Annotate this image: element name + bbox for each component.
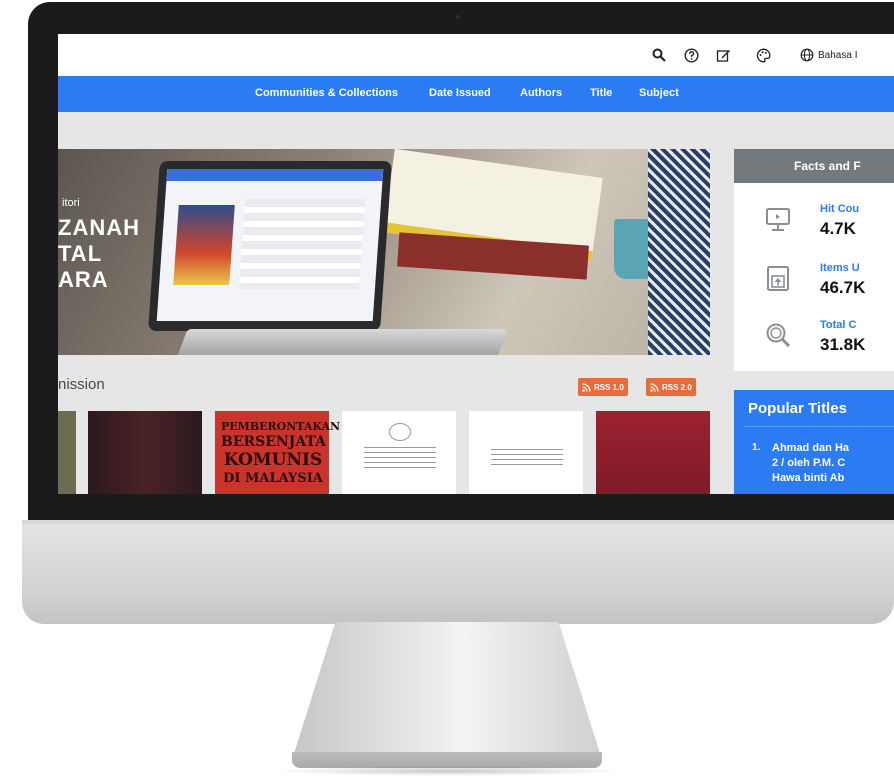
submission-thumbnail[interactable] bbox=[58, 411, 76, 494]
hero-laptop-screen bbox=[156, 169, 384, 321]
laptop-screen-header bbox=[166, 169, 384, 181]
facts-panel: Facts and F Hit Cou 4.7K Items U 46.7K T… bbox=[734, 149, 894, 371]
hero-title-line-3: ARA bbox=[58, 267, 109, 292]
recent-submissions-heading: nission bbox=[58, 376, 105, 393]
rss-2-button[interactable]: RSS 2.0 bbox=[646, 378, 696, 396]
edit-icon[interactable] bbox=[714, 46, 732, 64]
nav-subject[interactable]: Subject bbox=[639, 87, 679, 99]
popular-titles-panel: Popular Titles 1. Ahmad dan Ha 2 / oleh … bbox=[734, 390, 894, 494]
monitor-chin bbox=[22, 520, 894, 624]
popular-item-title[interactable]: Hawa binti Ab bbox=[772, 472, 844, 484]
submission-thumbnail[interactable] bbox=[342, 411, 456, 494]
cover-title: PEMBERONTAKAN BERSENJATA KOMUNIS DI MALA… bbox=[221, 420, 341, 486]
browser-screen: Bahasa I Communities & Collections Date … bbox=[58, 34, 894, 494]
magnify-icon bbox=[764, 321, 792, 349]
nav-date-issued[interactable]: Date Issued bbox=[429, 87, 491, 99]
rss-2-label: RSS 2.0 bbox=[662, 382, 692, 392]
hero-title-line-1: ZANAH bbox=[58, 215, 140, 240]
document-text-lines bbox=[491, 449, 563, 465]
fact-label: Total C bbox=[820, 319, 857, 331]
webcam bbox=[456, 15, 460, 19]
rss-1-button[interactable]: RSS 1.0 bbox=[578, 378, 628, 396]
document-text-lines bbox=[364, 447, 436, 471]
upload-box-icon bbox=[764, 264, 792, 292]
nav-communities-collections[interactable]: Communities & Collections bbox=[255, 87, 398, 99]
cover-title-line: DI MALAYSIA bbox=[223, 471, 323, 486]
chin-divider bbox=[22, 520, 894, 524]
stand-shadow bbox=[270, 766, 626, 776]
monitor-stand bbox=[292, 622, 602, 760]
submission-thumbnail[interactable] bbox=[469, 411, 583, 494]
monitor-icon bbox=[764, 205, 792, 233]
facts-panel-title: Facts and F bbox=[794, 159, 861, 173]
fact-items-uploaded: Items U 46.7K bbox=[734, 260, 894, 316]
popular-item-title[interactable]: 2 / oleh P.M. C bbox=[772, 457, 845, 469]
popular-item-number: 1. bbox=[752, 442, 761, 453]
submission-thumbnail[interactable] bbox=[88, 411, 202, 494]
popular-item-title[interactable]: Ahmad dan Ha bbox=[772, 442, 849, 454]
popular-titles-divider bbox=[744, 426, 894, 427]
fact-total-collections: Total C 31.8K bbox=[734, 317, 894, 373]
rss-icon bbox=[582, 382, 591, 392]
laptop-screen-cover bbox=[173, 205, 235, 285]
facts-panel-header: Facts and F bbox=[734, 149, 894, 183]
palette-icon[interactable] bbox=[754, 46, 772, 64]
language-label: Bahasa I bbox=[818, 49, 858, 61]
fact-label: Hit Cou bbox=[820, 203, 860, 215]
rss-1-label: RSS 1.0 bbox=[594, 382, 624, 392]
fact-value: 31.8K bbox=[820, 335, 866, 354]
fact-value: 46.7K bbox=[820, 278, 866, 297]
rss-icon bbox=[650, 382, 659, 392]
top-utility-bar: Bahasa I bbox=[58, 34, 894, 76]
globe-icon bbox=[800, 48, 814, 62]
crest-emblem bbox=[389, 423, 411, 441]
hero-title-line-2: TAL bbox=[58, 241, 103, 266]
fact-hit-count: Hit Cou 4.7K bbox=[734, 201, 894, 257]
hero-person-image bbox=[648, 149, 710, 355]
cover-title-line: BERSENJATA bbox=[221, 434, 326, 450]
main-navbar: Communities & Collections Date Issued Au… bbox=[58, 76, 894, 112]
hero-subtitle: itori bbox=[62, 197, 80, 209]
nav-authors[interactable]: Authors bbox=[520, 87, 562, 99]
cover-title-line: PEMBERONTAKAN bbox=[221, 420, 341, 433]
fact-value: 4.7K bbox=[820, 219, 856, 238]
language-switcher[interactable]: Bahasa I bbox=[800, 46, 857, 64]
search-icon[interactable] bbox=[650, 46, 668, 64]
hero-banner[interactable]: itori ZANAH TAL ARA bbox=[58, 149, 710, 355]
hero-laptop-keyboard bbox=[176, 329, 508, 355]
nav-title[interactable]: Title bbox=[590, 87, 612, 99]
help-icon[interactable] bbox=[682, 46, 700, 64]
laptop-screen-list bbox=[238, 199, 366, 289]
submission-thumbnail[interactable]: PEMBERONTAKAN BERSENJATA KOMUNIS DI MALA… bbox=[215, 411, 341, 494]
cover-title-line: KOMUNIS bbox=[223, 450, 323, 470]
submission-thumbnail[interactable] bbox=[596, 411, 710, 494]
fact-label: Items U bbox=[820, 262, 860, 274]
popular-titles-heading: Popular Titles bbox=[748, 400, 847, 417]
